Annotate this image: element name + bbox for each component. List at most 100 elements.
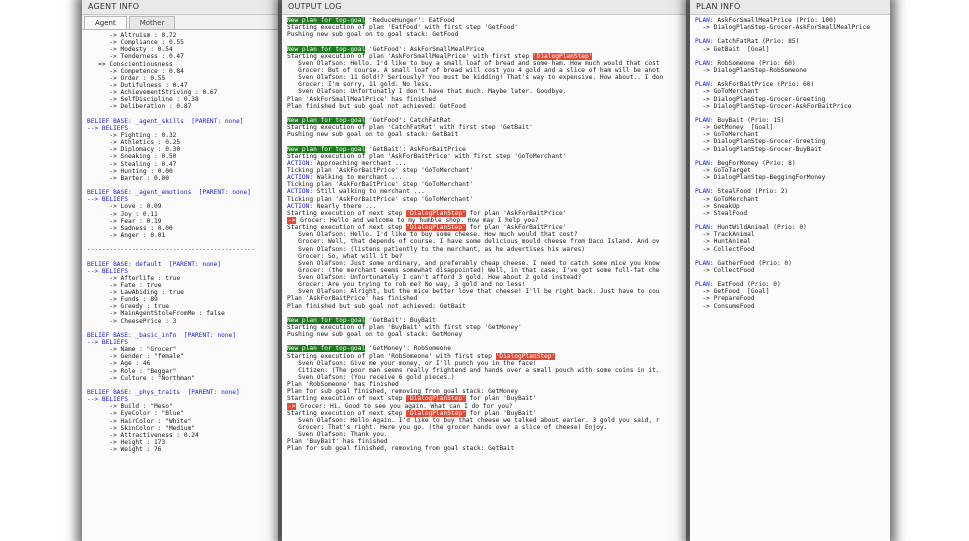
belief-line: -> SkinColor : "Medium"	[87, 424, 196, 432]
log-line: Grocer: (the merchant seems somewhat dis…	[287, 267, 681, 274]
log-text: 'GetMoney': RobSomeone	[365, 345, 451, 353]
plan-header: PLAN: StealFood (Prio: 2)	[695, 188, 885, 195]
belief-line: -> Athletics : 0.25	[87, 139, 181, 147]
log-line: Sven Olafson: Unfortunatly I don't have …	[287, 88, 681, 95]
plan-step	[695, 153, 885, 160]
log-text: Plan finished but sub goal not achieved:…	[287, 302, 466, 310]
plan-text: AskForBaitPrice (Prio: 60)	[713, 81, 815, 89]
log-line: Ticking plan 'AskForBaitPrice' step 'GoT…	[287, 196, 681, 203]
plan-step: -> DialogPlanStep-Grocer-BuyBait	[695, 146, 885, 153]
log-line: New plan for top-goal 'GetFood': AskForS…	[287, 45, 681, 53]
plan-step: -> PrepareFood	[695, 295, 885, 302]
log-line: Sven Olafson: (listens patiently to the …	[287, 246, 681, 253]
beliefs-label: --> BELIEFS	[87, 196, 128, 204]
plan-step: -> CollectFood	[695, 267, 885, 274]
log-line: Starting execution of plan 'RobSomeone' …	[287, 352, 681, 360]
belief-line: -> MainAgentStoleFromMe : false	[87, 310, 225, 318]
tab-agent[interactable]: Agent	[84, 16, 127, 29]
log-text: Grocer: But of course. A small loaf of b…	[287, 66, 660, 74]
log-line: -> Grocer: Hello and welcome to my humbl…	[287, 216, 681, 224]
output-log-panel: OUTPUT LOG New plan for top-goal 'Reduce…	[282, 0, 686, 541]
plan-header: PLAN: CatchFatRat (Prio: 85)	[695, 38, 885, 45]
beliefs-label: --> BELIEFS	[87, 124, 128, 132]
log-text: Plan for sub goal finished, removing fro…	[287, 388, 518, 396]
belief-line: -> Altruism : 0.72	[87, 32, 177, 39]
output-log-list: New plan for top-goal 'ReduceHunger': Ea…	[282, 15, 686, 455]
log-line: Pushing new sub goal on to goal stack: G…	[287, 331, 681, 338]
plan-step: -> GoToMerchant	[695, 88, 885, 95]
beliefs-label: --> BELIEFS	[87, 396, 128, 404]
log-text: for plan 'AskForBaitPrice'	[465, 224, 567, 232]
log-text: Starting execution of next step	[287, 395, 407, 403]
log-text: Plan 'AskForSmallMealPrice' has finished	[287, 95, 437, 103]
plan-text: -> GetFood [Goal]	[695, 288, 770, 296]
belief-line: -> Order : 0.55	[87, 74, 166, 82]
plan-text: -> PrepareFood	[695, 295, 755, 303]
belief-line: -> Diplomacy : 0.30	[87, 146, 181, 154]
log-text: Starting execution of plan 'AskForBaitPr…	[287, 152, 567, 160]
log-line: Starting execution of next step 'DialogP…	[287, 224, 681, 232]
log-line: ACTION: Walking to merchant ...	[287, 174, 681, 181]
plan-text: -> CollectFood	[695, 266, 755, 274]
plan-step	[695, 31, 885, 38]
log-text: Plan for sub goal finished, removing fro…	[287, 445, 515, 453]
plan-step: -> DialogPlanStep-Grocer-AskForSmallMeal…	[695, 24, 885, 31]
dialog-step-badge: 'DialogPlanStep'	[495, 352, 556, 360]
log-text: Sven Olafson: (listens patiently to the …	[287, 245, 586, 253]
output-log-title: OUTPUT LOG	[282, 0, 686, 15]
plan-step: -> DialogPlanStep-Grocer-Greeting	[695, 138, 885, 145]
tab-mother[interactable]: Mother	[128, 16, 176, 29]
log-line: Plan for sub goal finished, removing fro…	[287, 388, 681, 395]
plan-step: -> GoToMerchant	[695, 196, 885, 203]
log-text: Sven Olafson: Unfortunatly I don't have …	[287, 88, 567, 96]
new-plan-badge: New plan for top-goal	[287, 316, 366, 324]
dialog-step-badge: 'DialogPlanStep'	[406, 409, 466, 417]
agent-belief-list: -> Altruism : 0.72 -> Compliance : 0.55 …	[82, 30, 278, 455]
plan-text: BegForMoney (Prio: 8)	[713, 159, 796, 167]
new-plan-badge: New plan for top-goal	[287, 116, 366, 124]
plan-text: BuyBait (Prio: 15)	[713, 116, 785, 124]
plan-text: -> ConsumeFood	[695, 302, 755, 310]
log-line: Starting execution of next step 'DialogP…	[287, 395, 681, 403]
log-text: Ticking plan 'AskForBaitPrice' step 'GoT…	[287, 195, 474, 203]
plan-text: -> GetMoney [Goal]	[695, 124, 774, 132]
plan-step	[695, 181, 885, 188]
belief-line: -> Name : "Grocer"	[87, 346, 177, 354]
plan-keyword: PLAN:	[695, 159, 714, 167]
belief-line: -> AchievementStriving : 0.67	[87, 89, 218, 97]
plan-step: -> DialogPlanStep-BeggingForMoney	[695, 174, 885, 181]
belief-line	[87, 182, 273, 189]
log-line: Grocer: Are you trying to rob me? No way…	[287, 281, 681, 288]
plan-text: AskForSmallMealPrice (Prio: 100)	[713, 17, 837, 24]
plan-text: -> TrackAnimal	[695, 231, 755, 239]
log-text: for plan 'BuyBait'	[465, 409, 537, 417]
beliefs-label: --> BELIEFS	[87, 339, 128, 347]
plan-info-panel: PLAN INFO PLAN: AskForSmallMealPrice (Pr…	[690, 0, 890, 541]
log-text: Nearly there ...	[313, 202, 377, 210]
log-text: Plan 'AskForBaitPrice' has finished	[287, 295, 418, 303]
plan-header: PLAN: AskForSmallMealPrice (Prio: 100)	[695, 17, 885, 24]
log-text: Pushing new sub goal on to goal stack: G…	[287, 31, 459, 39]
log-text: Pushing new sub goal on to goal stack: G…	[287, 331, 463, 339]
dialog-step-badge: 'DialogPlanStep'	[406, 209, 466, 217]
agent-info-panel: AGENT INFO Agent Mother -> Altruism : 0.…	[82, 0, 278, 541]
action-label: ACTION:	[287, 159, 314, 167]
plan-text: EatFood (Prio: 0)	[713, 281, 781, 289]
belief-line: -> Greedy : true	[87, 303, 169, 311]
log-text: Sven Olafson: Hello Again. I'd like to b…	[287, 416, 660, 424]
log-line: Starting execution of plan 'CatchFatRat'…	[287, 124, 681, 131]
log-line: ACTION: Approaching merchant ...	[287, 160, 681, 167]
plan-text: RobSomeone (Prio: 60)	[713, 59, 796, 67]
belief-line: -> Compliance : 0.55	[87, 39, 184, 47]
log-line: Sven Olafson: Hello. I'd like to buy som…	[287, 231, 681, 238]
log-text: 'GetFood': AskForSmallMealPrice	[365, 45, 485, 53]
log-text: Sven Olafson: Just some ordinary, and pr…	[287, 259, 660, 267]
belief-line: -> Build : "Meso"	[87, 403, 173, 411]
belief-base-header: BELIEF BASE: _phys_traits [PARENT: none]	[87, 389, 240, 397]
plan-text: -> HuntAnimal	[695, 238, 751, 246]
plan-text: -> StealFood	[695, 209, 748, 217]
dialog-step-badge: 'DialogPlanStep'	[532, 52, 593, 60]
plan-step: -> GetBait [Goal]	[695, 46, 885, 53]
log-text: Starting execution of plan 'RobSomeone' …	[287, 352, 496, 360]
